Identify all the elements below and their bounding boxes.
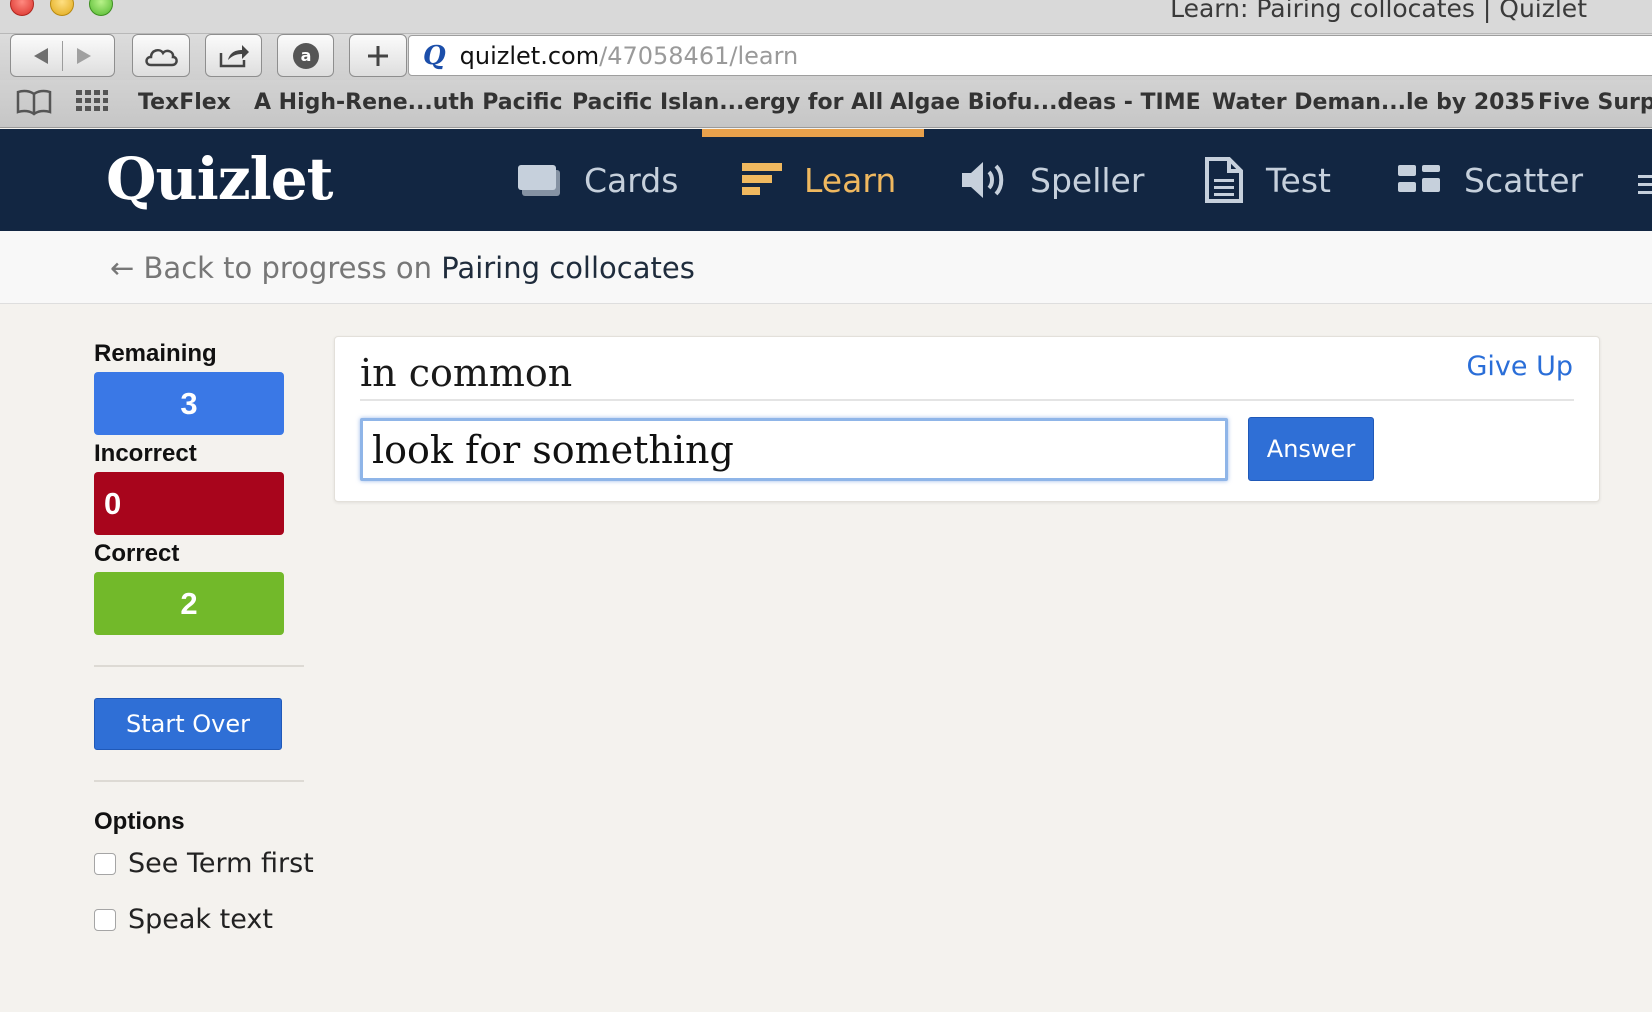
question-prompt: in common: [360, 351, 573, 395]
correct-count: 2: [94, 572, 284, 635]
document-icon: [1205, 157, 1243, 203]
breadcrumb-bar: ← Back to progress on Pairing collocates: [0, 231, 1652, 304]
remaining-count: 3: [94, 372, 284, 435]
icloud-tabs-button[interactable]: [132, 34, 190, 77]
url-host: quizlet.com: [459, 41, 600, 70]
forward-arrow-icon[interactable]: [73, 45, 95, 67]
tab-label: Learn: [804, 160, 897, 200]
scatter-icon: [1398, 165, 1440, 192]
bookmark-item[interactable]: Pacific Islan...ergy for All: [572, 90, 883, 115]
breadcrumb-set-name: Pairing collocates: [441, 251, 695, 285]
tab-label: Cards: [584, 160, 679, 200]
see-term-first-option[interactable]: See Term first: [94, 848, 314, 879]
incorrect-count: 0: [94, 472, 284, 535]
zoom-window-button[interactable]: [89, 0, 113, 16]
options-title: Options: [94, 808, 185, 835]
answer-button[interactable]: Answer: [1248, 417, 1374, 481]
reading-list-icon[interactable]: [16, 88, 52, 121]
window-titlebar: Learn: Pairing collocates | Quizlet: [0, 0, 1652, 34]
tab-label: Scatter: [1464, 160, 1584, 200]
divider: [94, 665, 304, 667]
see-term-first-checkbox[interactable]: [94, 852, 116, 875]
window-title: Learn: Pairing collocates | Quizlet: [1170, 0, 1587, 23]
amazon-bookmark-button[interactable]: a: [277, 34, 334, 77]
remaining-label: Remaining: [94, 340, 217, 367]
tab-learn[interactable]: Learn: [742, 129, 896, 231]
divider: [62, 40, 63, 71]
back-arrow-icon: ←: [110, 251, 135, 285]
share-button[interactable]: [205, 34, 262, 77]
minimize-window-button[interactable]: [50, 0, 74, 16]
speak-text-option[interactable]: Speak text: [94, 904, 273, 935]
option-label: Speak text: [128, 904, 273, 935]
url-path: /47058461/learn: [599, 41, 799, 70]
plus-icon: [368, 45, 388, 66]
new-tab-button[interactable]: [349, 34, 407, 77]
learn-icon: [742, 163, 782, 195]
cards-icon: [518, 165, 560, 196]
more-menu-icon[interactable]: [1638, 169, 1652, 199]
bookmark-item[interactable]: TexFlex: [138, 90, 231, 115]
top-sites-grid-icon[interactable]: [76, 88, 108, 121]
amazon-icon: a: [292, 42, 319, 69]
start-over-button[interactable]: Start Over: [94, 698, 282, 750]
tab-scatter[interactable]: Scatter: [1398, 129, 1583, 231]
breadcrumb-prefix: Back to progress on: [143, 251, 433, 285]
tab-speller[interactable]: Speller: [960, 129, 1144, 231]
answer-input[interactable]: [360, 418, 1228, 481]
speaker-icon: [962, 162, 1004, 198]
svg-text:a: a: [300, 46, 311, 65]
incorrect-label: Incorrect: [94, 440, 197, 467]
tab-cards[interactable]: Cards: [518, 129, 678, 231]
browser-toolbar: a Q quizlet.com /47058461/learn: [0, 34, 1652, 80]
quizlet-header: Quizlet Cards Learn Speller Test Scatter: [0, 129, 1652, 231]
tab-test[interactable]: Test: [1204, 129, 1331, 231]
question-card: in common Give Up Answer: [334, 336, 1600, 502]
breadcrumb[interactable]: ← Back to progress on Pairing collocates: [110, 251, 695, 285]
bookmark-item[interactable]: Five Surpr: [1538, 90, 1652, 115]
bookmarks-bar: TexFlex A High-Rene...uth Pacific Pacifi…: [0, 80, 1652, 128]
tab-label: Speller: [1030, 160, 1145, 200]
speak-text-checkbox[interactable]: [94, 908, 116, 931]
close-window-button[interactable]: [10, 0, 34, 16]
tab-label: Test: [1266, 160, 1331, 200]
correct-label: Correct: [94, 540, 180, 567]
bookmark-item[interactable]: A High-Rene...uth Pacific: [254, 90, 563, 115]
give-up-link[interactable]: Give Up: [1467, 351, 1574, 382]
bookmark-item[interactable]: Algae Biofu...deas - TIME: [890, 90, 1201, 115]
bookmark-item[interactable]: Water Deman...le by 2035: [1212, 90, 1535, 115]
back-forward-buttons: [10, 34, 115, 77]
cloud-icon: [145, 48, 178, 66]
quizlet-logo[interactable]: Quizlet: [106, 145, 333, 213]
address-bar[interactable]: Q quizlet.com /47058461/learn: [408, 35, 1652, 76]
divider: [94, 780, 304, 782]
quizlet-favicon-icon: Q: [423, 40, 446, 71]
back-arrow-icon[interactable]: [30, 45, 52, 67]
share-icon: [219, 44, 249, 67]
option-label: See Term first: [128, 848, 314, 879]
divider: [360, 399, 1574, 401]
